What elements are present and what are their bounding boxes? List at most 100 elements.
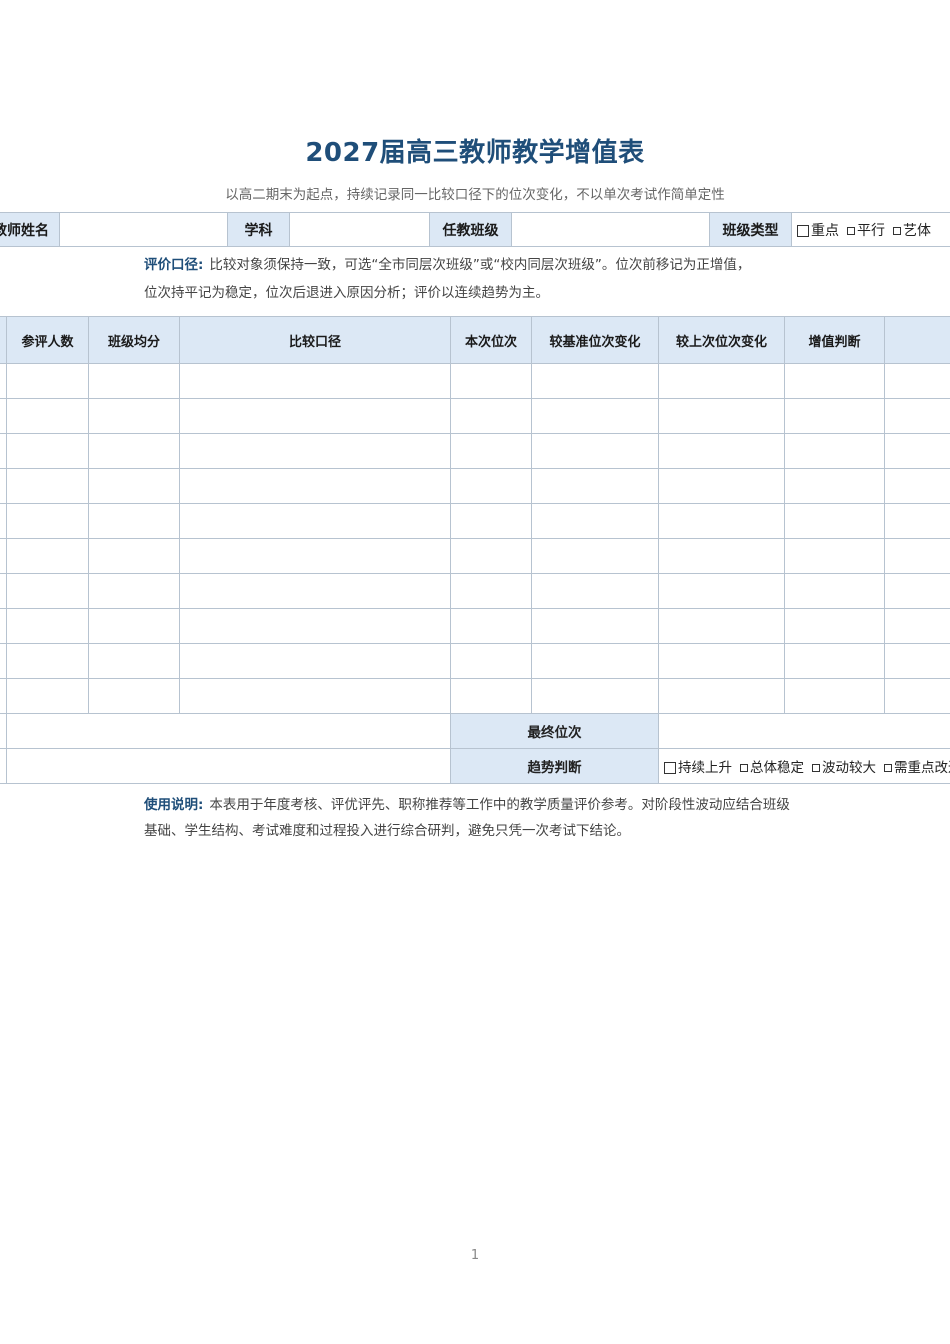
table-cell[interactable]: [179, 573, 451, 609]
table-cell[interactable]: [88, 608, 180, 644]
trend-option-volatile[interactable]: 波动较大: [812, 760, 876, 776]
table-cell[interactable]: [884, 503, 950, 539]
table-cell[interactable]: [88, 398, 180, 434]
table-cell[interactable]: [450, 608, 532, 644]
checkbox-icon[interactable]: [740, 764, 748, 772]
final-rank-blank: [6, 713, 451, 749]
table-cell[interactable]: [784, 573, 885, 609]
table-cell[interactable]: [658, 678, 785, 714]
table-cell[interactable]: [784, 608, 885, 644]
table-cell[interactable]: [531, 608, 659, 644]
subject-field[interactable]: [289, 212, 430, 247]
table-cell[interactable]: [531, 678, 659, 714]
table-cell[interactable]: [784, 468, 885, 504]
table-cell[interactable]: [88, 503, 180, 539]
table-cell[interactable]: [179, 678, 451, 714]
table-cell[interactable]: [531, 468, 659, 504]
table-cell[interactable]: [884, 678, 950, 714]
table-cell[interactable]: [884, 538, 950, 574]
checkbox-icon[interactable]: [884, 764, 892, 772]
checkbox-icon[interactable]: [797, 224, 809, 237]
table-cell[interactable]: [6, 468, 89, 504]
table-cell[interactable]: [88, 538, 180, 574]
class-type-option-parallel[interactable]: 平行: [847, 223, 885, 239]
table-cell[interactable]: [884, 398, 950, 434]
table-cell[interactable]: [658, 538, 785, 574]
table-cell[interactable]: [179, 608, 451, 644]
table-cell[interactable]: [884, 643, 950, 679]
table-cell[interactable]: [6, 608, 89, 644]
table-cell[interactable]: [88, 573, 180, 609]
checkbox-icon[interactable]: [893, 226, 901, 235]
table-cell[interactable]: [531, 503, 659, 539]
table-cell[interactable]: [658, 433, 785, 469]
checkbox-icon[interactable]: [664, 762, 676, 774]
table-cell[interactable]: [450, 643, 532, 679]
table-cell[interactable]: [784, 433, 885, 469]
table-cell[interactable]: [6, 398, 89, 434]
table-cell[interactable]: [531, 573, 659, 609]
table-cell[interactable]: [6, 363, 89, 399]
table-cell[interactable]: [88, 643, 180, 679]
table-cell[interactable]: [6, 433, 89, 469]
table-cell[interactable]: [179, 468, 451, 504]
table-cell[interactable]: [179, 398, 451, 434]
table-cell[interactable]: [450, 573, 532, 609]
table-cell[interactable]: [6, 538, 89, 574]
table-cell[interactable]: [658, 643, 785, 679]
table-cell[interactable]: [88, 678, 180, 714]
table-cell[interactable]: [88, 468, 180, 504]
final-rank-field[interactable]: [658, 713, 950, 749]
table-cell[interactable]: [179, 538, 451, 574]
table-cell[interactable]: [531, 363, 659, 399]
table-cell[interactable]: [450, 363, 532, 399]
table-cell[interactable]: [884, 433, 950, 469]
table-cell[interactable]: [884, 573, 950, 609]
table-cell[interactable]: [450, 468, 532, 504]
table-cell[interactable]: [658, 573, 785, 609]
table-cell[interactable]: [88, 433, 180, 469]
table-cell[interactable]: [6, 503, 89, 539]
table-cell[interactable]: [179, 363, 451, 399]
table-cell[interactable]: [179, 643, 451, 679]
table-cell[interactable]: [88, 363, 180, 399]
table-cell[interactable]: [531, 643, 659, 679]
table-cell[interactable]: [884, 608, 950, 644]
table-cell[interactable]: [658, 608, 785, 644]
table-cell[interactable]: [784, 503, 885, 539]
class-type-option-key[interactable]: 重点: [797, 223, 839, 239]
table-cell[interactable]: [450, 538, 532, 574]
table-cell[interactable]: [531, 538, 659, 574]
table-cell[interactable]: [531, 433, 659, 469]
class-type-option-arts[interactable]: 艺体: [893, 223, 931, 239]
table-cell[interactable]: [450, 398, 532, 434]
table-cell[interactable]: [531, 398, 659, 434]
table-cell[interactable]: [658, 363, 785, 399]
table-cell[interactable]: [6, 643, 89, 679]
table-cell[interactable]: [6, 573, 89, 609]
checkbox-icon[interactable]: [847, 226, 855, 235]
trend-option-stable[interactable]: 总体稳定: [740, 760, 804, 776]
table-cell[interactable]: [450, 678, 532, 714]
table-cell[interactable]: [658, 503, 785, 539]
table-cell[interactable]: [784, 363, 885, 399]
table-cell[interactable]: [884, 468, 950, 504]
header-change-vs-baseline: 较基准位次变化: [531, 316, 659, 364]
trend-option-improve[interactable]: 需重点改进: [884, 760, 950, 776]
table-cell[interactable]: [784, 678, 885, 714]
table-cell[interactable]: [784, 643, 885, 679]
trend-option-rising[interactable]: 持续上升: [664, 760, 732, 776]
class-field[interactable]: [511, 212, 710, 247]
table-cell[interactable]: [658, 468, 785, 504]
table-cell[interactable]: [450, 433, 532, 469]
checkbox-icon[interactable]: [812, 764, 820, 772]
table-cell[interactable]: [6, 678, 89, 714]
table-cell[interactable]: [784, 398, 885, 434]
table-cell[interactable]: [884, 363, 950, 399]
table-cell[interactable]: [450, 503, 532, 539]
table-cell[interactable]: [658, 398, 785, 434]
table-cell[interactable]: [179, 503, 451, 539]
table-cell[interactable]: [179, 433, 451, 469]
table-cell[interactable]: [784, 538, 885, 574]
teacher-name-field[interactable]: [59, 212, 228, 247]
